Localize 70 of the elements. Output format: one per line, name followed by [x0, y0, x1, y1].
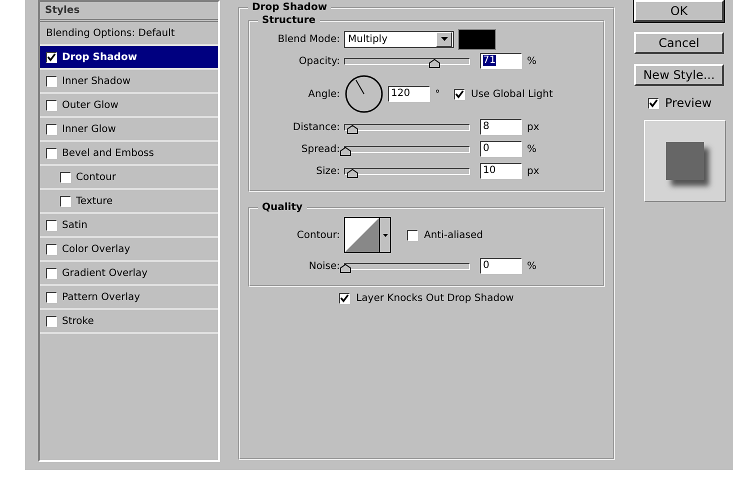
angle-dial[interactable]: [344, 74, 384, 114]
checkbox[interactable]: [454, 88, 465, 100]
value-field[interactable]: 0: [480, 141, 522, 157]
style-list-item[interactable]: Outer Glow: [62, 100, 118, 110]
unit-label: %: [527, 56, 537, 66]
field-label: Distance:: [292, 122, 341, 132]
value-field[interactable]: 120: [388, 86, 430, 102]
field-label: Noise:: [308, 260, 341, 272]
style-list-item[interactable]: Bevel and Emboss: [62, 148, 154, 158]
blend-mode-dropdown[interactable]: Multiply: [344, 30, 454, 48]
checkbox[interactable]: [339, 293, 350, 304]
dialog-button[interactable]: Cancel: [634, 32, 724, 54]
field-label: Spread:: [300, 144, 341, 154]
style-list-item[interactable]: Contour: [76, 172, 116, 182]
group-title: Structure: [261, 15, 317, 26]
style-list-item[interactable]: Gradient Overlay: [62, 268, 148, 278]
checkbox[interactable]: [60, 196, 71, 206]
unit-label: °: [435, 88, 440, 100]
value-field[interactable]: 10: [480, 163, 522, 179]
checkbox[interactable]: [46, 148, 57, 158]
value-field[interactable]: 0: [480, 258, 522, 274]
checkbox-label[interactable]: Use Global Light: [471, 88, 553, 100]
checkbox[interactable]: [46, 100, 57, 110]
dialog-button[interactable]: New Style...: [634, 64, 724, 86]
checkbox[interactable]: [46, 268, 57, 278]
checkbox[interactable]: [46, 244, 57, 254]
value-field[interactable]: 8: [480, 119, 522, 135]
field-label: Angle:: [307, 88, 341, 100]
color-swatch[interactable]: [458, 28, 496, 50]
style-list-item[interactable]: Satin: [62, 220, 88, 230]
style-list-item[interactable]: Stroke: [62, 316, 94, 326]
checkbox[interactable]: [46, 292, 57, 302]
group-title: Quality: [261, 202, 304, 213]
caret-icon: [382, 234, 388, 236]
checkbox[interactable]: [46, 220, 57, 230]
field-label: Contour:: [296, 230, 341, 240]
checkbox[interactable]: [407, 230, 418, 240]
checkbox[interactable]: [46, 52, 57, 62]
checkbox[interactable]: [60, 172, 71, 182]
slider-thumb[interactable]: [347, 124, 358, 134]
value-field[interactable]: 71: [480, 53, 522, 69]
dialog-button[interactable]: OK: [634, 0, 724, 22]
slider-thumb[interactable]: [347, 168, 358, 178]
unit-label: %: [527, 144, 537, 154]
unit-label: %: [527, 260, 537, 272]
field-label: Size:: [315, 166, 341, 176]
checkbox-label[interactable]: Layer Knocks Out Drop Shadow: [356, 293, 514, 304]
style-list-item[interactable]: Inner Shadow: [62, 76, 131, 86]
list-header: Styles: [40, 2, 218, 22]
checkbox-label[interactable]: Preview: [665, 96, 712, 110]
group-title: Drop Shadow: [251, 2, 328, 13]
slider-thumb[interactable]: [429, 58, 440, 68]
style-list-item[interactable]: Color Overlay: [62, 244, 130, 254]
field-label: Blend Mode:: [276, 34, 341, 44]
checkbox[interactable]: [46, 124, 57, 134]
unit-label: px: [527, 166, 540, 176]
slider-thumb[interactable]: [340, 146, 351, 156]
slider-thumb[interactable]: [340, 264, 351, 272]
checkbox[interactable]: [46, 316, 57, 326]
unit-label: px: [527, 122, 540, 132]
style-list-item[interactable]: Inner Glow: [62, 124, 116, 134]
checkbox[interactable]: [46, 76, 57, 86]
style-list-item[interactable]: Texture: [76, 196, 113, 206]
contour-picker[interactable]: [344, 217, 391, 253]
caret-icon: [440, 37, 448, 41]
checkbox-label[interactable]: Anti-aliased: [424, 230, 484, 240]
field-label: Opacity:: [298, 56, 341, 66]
style-list-item[interactable]: Drop Shadow: [62, 52, 138, 62]
style-list-item[interactable]: Pattern Overlay: [62, 292, 140, 302]
checkbox[interactable]: [648, 98, 659, 108]
